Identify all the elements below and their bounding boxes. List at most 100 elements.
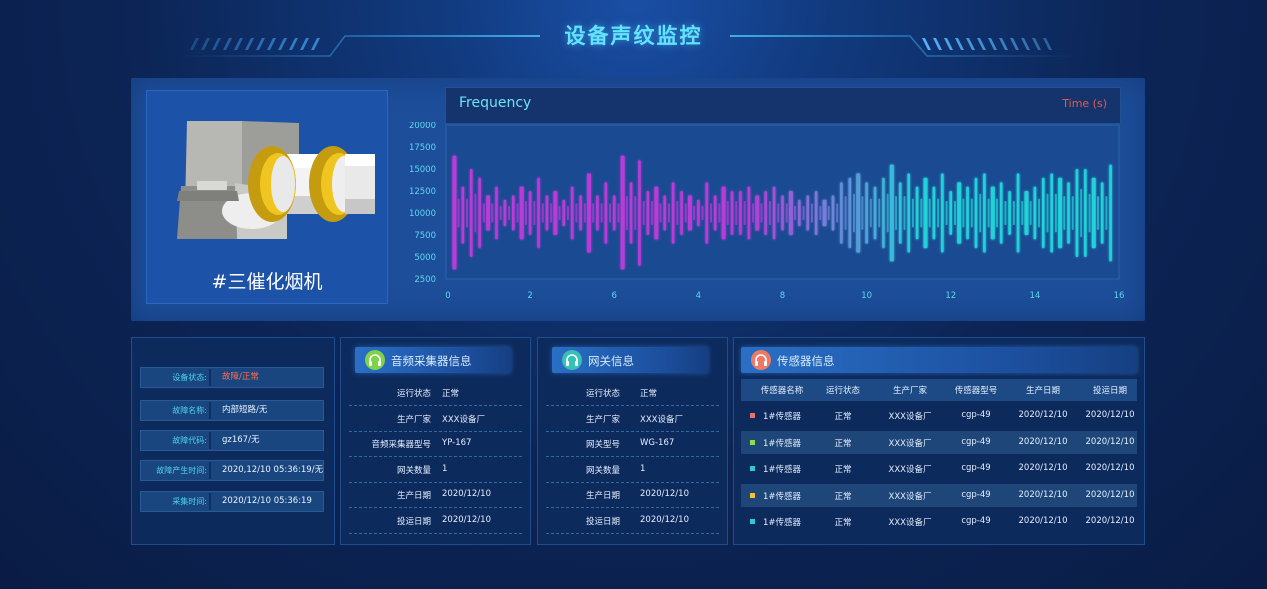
wave-bar [806,195,810,231]
machine-card[interactable]: #三催化烟机 [146,90,388,304]
table-row[interactable]: 1#传感器 正常 XXX设备厂 cgp-49 2020/12/10 2020/12/10 [741,457,1137,480]
wave-bar [953,200,956,226]
wave-bar [990,186,995,240]
wave-bar [865,182,868,244]
wave-bar [612,195,616,231]
status-key: 设备状态: [172,373,207,382]
headphone-icon [751,350,771,370]
wave-bar [620,155,625,270]
wave-bar [1075,169,1079,257]
wave-bar [457,198,460,228]
monitor-panel: #三催化烟机 Frequency Time (s) 20000 17500 1500… [131,78,1145,321]
wave-bar [764,191,767,235]
table-cell: XXX设备厂 [888,492,932,502]
table-cell: 1#传感器 [762,412,802,422]
wave-bar [848,177,852,249]
wave-bar [1091,177,1096,249]
info-value: 1 [442,463,448,474]
table-row[interactable]: 1#传感器 正常 XXX设备厂 cgp-49 2020/12/10 2020/12/10 [741,510,1137,533]
info-row: 投运日期 2020/12/10 [546,508,719,534]
wave-bar [886,193,889,233]
wave-bar [516,203,519,223]
wave-bar [693,205,696,221]
wave-bar [1029,200,1032,226]
wave-bar [519,186,524,240]
table-cell: 2020/12/10 [1085,490,1135,500]
wave-bar [844,196,847,230]
wave-bar [541,203,544,223]
table-cell: 正常 [834,492,852,502]
status-value: 2020/12/10 05:36:19 [222,496,312,506]
wave-bar [747,186,751,240]
wave-bar [575,203,578,223]
frequency-header: Frequency Time (s) [445,87,1121,124]
info-row: 投运日期 2020/12/10 [349,508,522,534]
wave-bar [785,203,788,223]
wave-bar [911,198,914,228]
table-cell: 正常 [834,518,852,528]
status-key: 故障名称: [172,406,207,415]
wave-bar [798,199,801,227]
divider [209,432,211,449]
status-row: 采集时间: 2020/12/10 05:36:19 [140,491,324,512]
info-key: 音频采集器型号 [371,440,431,450]
wave-bar [503,199,507,227]
wave-bar [895,196,898,230]
table-cell: 2020/12/10 [1085,410,1135,420]
table-cell: cgp-49 [961,437,991,447]
table-cell: 2020/12/10 [1018,410,1068,420]
table-cell: 2020/12/10 [1085,516,1135,526]
column-header: 传感器型号 [954,386,998,396]
wave-bar [987,198,990,228]
wave-bar [625,196,628,230]
wave-bar [1063,196,1066,230]
wave-bar [466,198,469,228]
table-row[interactable]: 1#传感器 正常 XXX设备厂 cgp-49 2020/12/10 2020/12/10 [741,484,1137,507]
wave-bar [642,200,645,226]
table-row[interactable]: 1#传感器 正常 XXX设备厂 cgp-49 2020/12/10 2020/12/10 [741,431,1137,454]
wave-bar [983,173,986,253]
y-tick-label: 5000 [414,253,436,263]
sensor-table-header: 传感器名称 运行状态 生产厂家 传感器型号 生产日期 投运日期 [741,379,1137,401]
wave-bar [1046,193,1049,233]
table-cell: 2020/12/10 [1018,516,1068,526]
x-tick-label: 8 [780,291,785,301]
info-row: 生产厂家 XXX设备厂 [349,406,522,432]
column-header: 传感器名称 [760,386,804,396]
header: 设备声纹监控 [0,0,1267,70]
table-cell: cgp-49 [961,516,991,526]
status-key: 故障代码: [172,436,207,445]
info-value: 2020/12/10 [640,514,689,525]
table-row[interactable]: 1#传感器 正常 XXX设备厂 cgp-49 2020/12/10 2020/12/10 [741,404,1137,427]
table-cell: 正常 [834,439,852,449]
wave-bar [687,195,692,231]
table-cell: 2020/12/10 [1018,463,1068,473]
wave-bar [1021,200,1024,226]
wave-bar [600,203,603,223]
wave-bar [878,198,881,228]
info-row: 运行状态 正常 [546,380,719,406]
wave-bar [777,203,780,223]
wave-bar [794,205,797,221]
wave-bar [999,182,1003,244]
info-row: 音频采集器型号 YP-167 [349,431,522,457]
table-cell: 正常 [834,465,852,475]
info-key: 投运日期 [585,516,620,527]
headphone-icon [562,350,582,370]
wave-bar [461,186,465,244]
status-row: 故障名称: 内部短路/无 [140,400,324,421]
audio-collector-header: 音频采集器信息 [355,347,511,373]
wave-bar [831,195,835,231]
wave-bar [945,200,948,226]
wave-bar [697,199,700,227]
wave-bar [709,203,712,223]
wave-bar [873,186,877,240]
x-tick-label: 4 [696,291,701,301]
wave-bar [915,186,919,240]
info-key: 网关型号 [585,440,620,450]
wave-bar [974,177,978,249]
divider [209,402,211,419]
table-cell: 1#传感器 [762,492,802,502]
wave-bar [1004,200,1007,226]
wave-bar [856,173,861,253]
